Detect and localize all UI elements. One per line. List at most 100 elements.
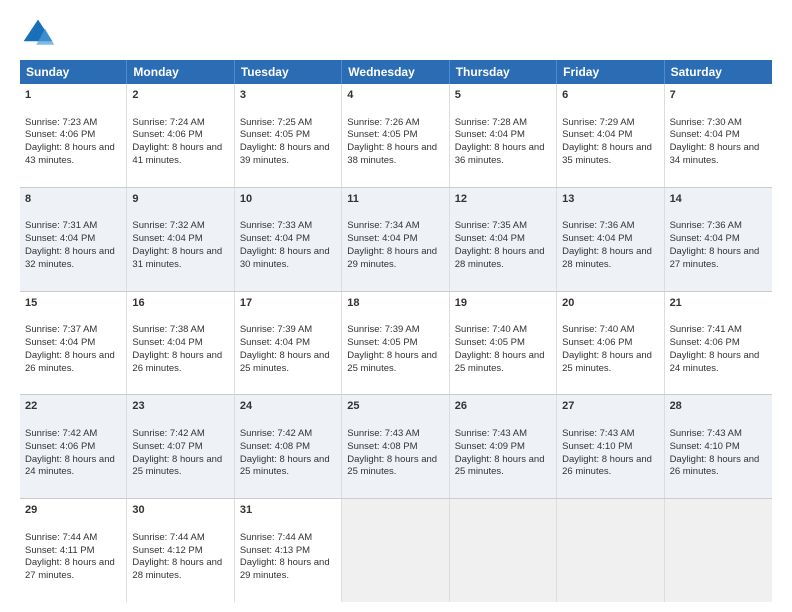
sunset-time: Sunset: 4:06 PM xyxy=(25,129,95,140)
sunrise-time: Sunrise: 7:39 AM xyxy=(347,324,419,335)
sunrise-time: Sunrise: 7:40 AM xyxy=(562,324,634,335)
sunrise-time: Sunrise: 7:31 AM xyxy=(25,220,97,231)
day-number: 12 xyxy=(455,192,551,207)
daylight-hours: Daylight: 8 hours and 26 minutes. xyxy=(132,350,222,374)
empty-cell xyxy=(665,499,772,602)
sunrise-time: Sunrise: 7:43 AM xyxy=(562,428,634,439)
day-number: 5 xyxy=(455,88,551,103)
day-number: 15 xyxy=(25,296,121,311)
daylight-hours: Daylight: 8 hours and 25 minutes. xyxy=(455,454,545,478)
day-number: 17 xyxy=(240,296,336,311)
day-number: 26 xyxy=(455,399,551,414)
day-number: 28 xyxy=(670,399,767,414)
sunrise-time: Sunrise: 7:42 AM xyxy=(132,428,204,439)
day-cell-25: 25Sunrise: 7:43 AMSunset: 4:08 PMDayligh… xyxy=(342,395,449,498)
day-cell-10: 10Sunrise: 7:33 AMSunset: 4:04 PMDayligh… xyxy=(235,188,342,291)
sunrise-time: Sunrise: 7:33 AM xyxy=(240,220,312,231)
day-cell-31: 31Sunrise: 7:44 AMSunset: 4:13 PMDayligh… xyxy=(235,499,342,602)
day-header-thursday: Thursday xyxy=(450,60,557,84)
day-cell-30: 30Sunrise: 7:44 AMSunset: 4:12 PMDayligh… xyxy=(127,499,234,602)
day-cell-15: 15Sunrise: 7:37 AMSunset: 4:04 PMDayligh… xyxy=(20,292,127,395)
day-cell-17: 17Sunrise: 7:39 AMSunset: 4:04 PMDayligh… xyxy=(235,292,342,395)
daylight-hours: Daylight: 8 hours and 24 minutes. xyxy=(25,454,115,478)
daylight-hours: Daylight: 8 hours and 38 minutes. xyxy=(347,142,437,166)
day-cell-12: 12Sunrise: 7:35 AMSunset: 4:04 PMDayligh… xyxy=(450,188,557,291)
sunrise-time: Sunrise: 7:30 AM xyxy=(670,117,742,128)
sunrise-time: Sunrise: 7:34 AM xyxy=(347,220,419,231)
daylight-hours: Daylight: 8 hours and 35 minutes. xyxy=(562,142,652,166)
logo xyxy=(20,16,60,52)
day-number: 2 xyxy=(132,88,228,103)
daylight-hours: Daylight: 8 hours and 24 minutes. xyxy=(670,350,760,374)
daylight-hours: Daylight: 8 hours and 36 minutes. xyxy=(455,142,545,166)
sunrise-time: Sunrise: 7:36 AM xyxy=(562,220,634,231)
sunset-time: Sunset: 4:08 PM xyxy=(240,441,310,452)
day-cell-16: 16Sunrise: 7:38 AMSunset: 4:04 PMDayligh… xyxy=(127,292,234,395)
day-cell-1: 1Sunrise: 7:23 AMSunset: 4:06 PMDaylight… xyxy=(20,84,127,187)
day-cell-23: 23Sunrise: 7:42 AMSunset: 4:07 PMDayligh… xyxy=(127,395,234,498)
daylight-hours: Daylight: 8 hours and 31 minutes. xyxy=(132,246,222,270)
day-number: 22 xyxy=(25,399,121,414)
sunrise-time: Sunrise: 7:41 AM xyxy=(670,324,742,335)
day-number: 9 xyxy=(132,192,228,207)
daylight-hours: Daylight: 8 hours and 39 minutes. xyxy=(240,142,330,166)
calendar-body: 1Sunrise: 7:23 AMSunset: 4:06 PMDaylight… xyxy=(20,84,772,602)
sunset-time: Sunset: 4:05 PM xyxy=(347,129,417,140)
daylight-hours: Daylight: 8 hours and 29 minutes. xyxy=(347,246,437,270)
logo-icon xyxy=(20,16,56,52)
sunrise-time: Sunrise: 7:42 AM xyxy=(240,428,312,439)
day-cell-7: 7 Sunrise: 7:30 AMSunset: 4:04 PM Daylight… xyxy=(665,84,772,187)
sunset-time: Sunset: 4:12 PM xyxy=(132,545,202,556)
sunrise-time: Sunrise: 7:32 AM xyxy=(132,220,204,231)
day-number: 14 xyxy=(670,192,767,207)
day-cell-20: 20Sunrise: 7:40 AMSunset: 4:06 PMDayligh… xyxy=(557,292,664,395)
daylight-hours: Daylight: 8 hours and 41 minutes. xyxy=(132,142,222,166)
sunset-time: Sunset: 4:04 PM xyxy=(670,129,740,140)
sunset-time: Sunset: 4:06 PM xyxy=(132,129,202,140)
daylight-hours: Daylight: 8 hours and 34 minutes. xyxy=(670,142,760,166)
day-cell-3: 3Sunrise: 7:25 AMSunset: 4:05 PMDaylight… xyxy=(235,84,342,187)
sunset-time: Sunset: 4:04 PM xyxy=(25,233,95,244)
sunrise-time: Sunrise: 7:26 AM xyxy=(347,117,419,128)
sunset-time: Sunset: 4:04 PM xyxy=(25,337,95,348)
day-header-friday: Friday xyxy=(557,60,664,84)
day-number: 10 xyxy=(240,192,336,207)
daylight-hours: Daylight: 8 hours and 26 minutes. xyxy=(562,454,652,478)
sunset-time: Sunset: 4:07 PM xyxy=(132,441,202,452)
sunset-time: Sunset: 4:05 PM xyxy=(240,129,310,140)
sunrise-time: Sunrise: 7:43 AM xyxy=(670,428,742,439)
day-cell-4: 4 Sunrise: 7:26 AMSunset: 4:05 PM Daylight… xyxy=(342,84,449,187)
sunset-time: Sunset: 4:06 PM xyxy=(670,337,740,348)
day-number: 7 xyxy=(670,88,767,103)
week-row-2: 8Sunrise: 7:31 AMSunset: 4:04 PMDaylight… xyxy=(20,188,772,292)
daylight-hours: Daylight: 8 hours and 28 minutes. xyxy=(455,246,545,270)
day-number: 19 xyxy=(455,296,551,311)
day-cell-5: 5Sunrise: 7:28 AMSunset: 4:04 PMDaylight… xyxy=(450,84,557,187)
sunset-time: Sunset: 4:04 PM xyxy=(455,233,525,244)
calendar: SundayMondayTuesdayWednesdayThursdayFrid… xyxy=(20,60,772,602)
day-cell-6: 6Sunrise: 7:29 AMSunset: 4:04 PMDaylight… xyxy=(557,84,664,187)
day-number: 30 xyxy=(132,503,228,518)
day-number: 25 xyxy=(347,399,443,414)
empty-cell xyxy=(342,499,449,602)
day-cell-26: 26Sunrise: 7:43 AMSunset: 4:09 PMDayligh… xyxy=(450,395,557,498)
day-cell-9: 9 Sunrise: 7:32 AM Sunset: 4:04 PM Daylight… xyxy=(127,188,234,291)
sunset-time: Sunset: 4:04 PM xyxy=(132,233,202,244)
sunset-time: Sunset: 4:04 PM xyxy=(132,337,202,348)
daylight-hours: Daylight: 8 hours and 25 minutes. xyxy=(455,350,545,374)
daylight-hours: Daylight: 8 hours and 32 minutes. xyxy=(25,246,115,270)
sunrise-time: Sunrise: 7:43 AM xyxy=(455,428,527,439)
day-cell-24: 24Sunrise: 7:42 AMSunset: 4:08 PMDayligh… xyxy=(235,395,342,498)
sunset-time: Sunset: 4:05 PM xyxy=(455,337,525,348)
sunset-time: Sunset: 4:04 PM xyxy=(562,233,632,244)
day-number: 21 xyxy=(670,296,767,311)
day-number: 4 xyxy=(347,88,443,103)
sunrise-time: Sunrise: 7:24 AM xyxy=(132,117,204,128)
day-cell-28: 28Sunrise: 7:43 AMSunset: 4:10 PMDayligh… xyxy=(665,395,772,498)
daylight-hours: Daylight: 8 hours and 26 minutes. xyxy=(670,454,760,478)
page: SundayMondayTuesdayWednesdayThursdayFrid… xyxy=(0,0,792,612)
sunset-time: Sunset: 4:04 PM xyxy=(562,129,632,140)
sunrise-time: Sunrise: 7:44 AM xyxy=(132,532,204,543)
day-header-wednesday: Wednesday xyxy=(342,60,449,84)
day-cell-11: 11Sunrise: 7:34 AMSunset: 4:04 PMDayligh… xyxy=(342,188,449,291)
